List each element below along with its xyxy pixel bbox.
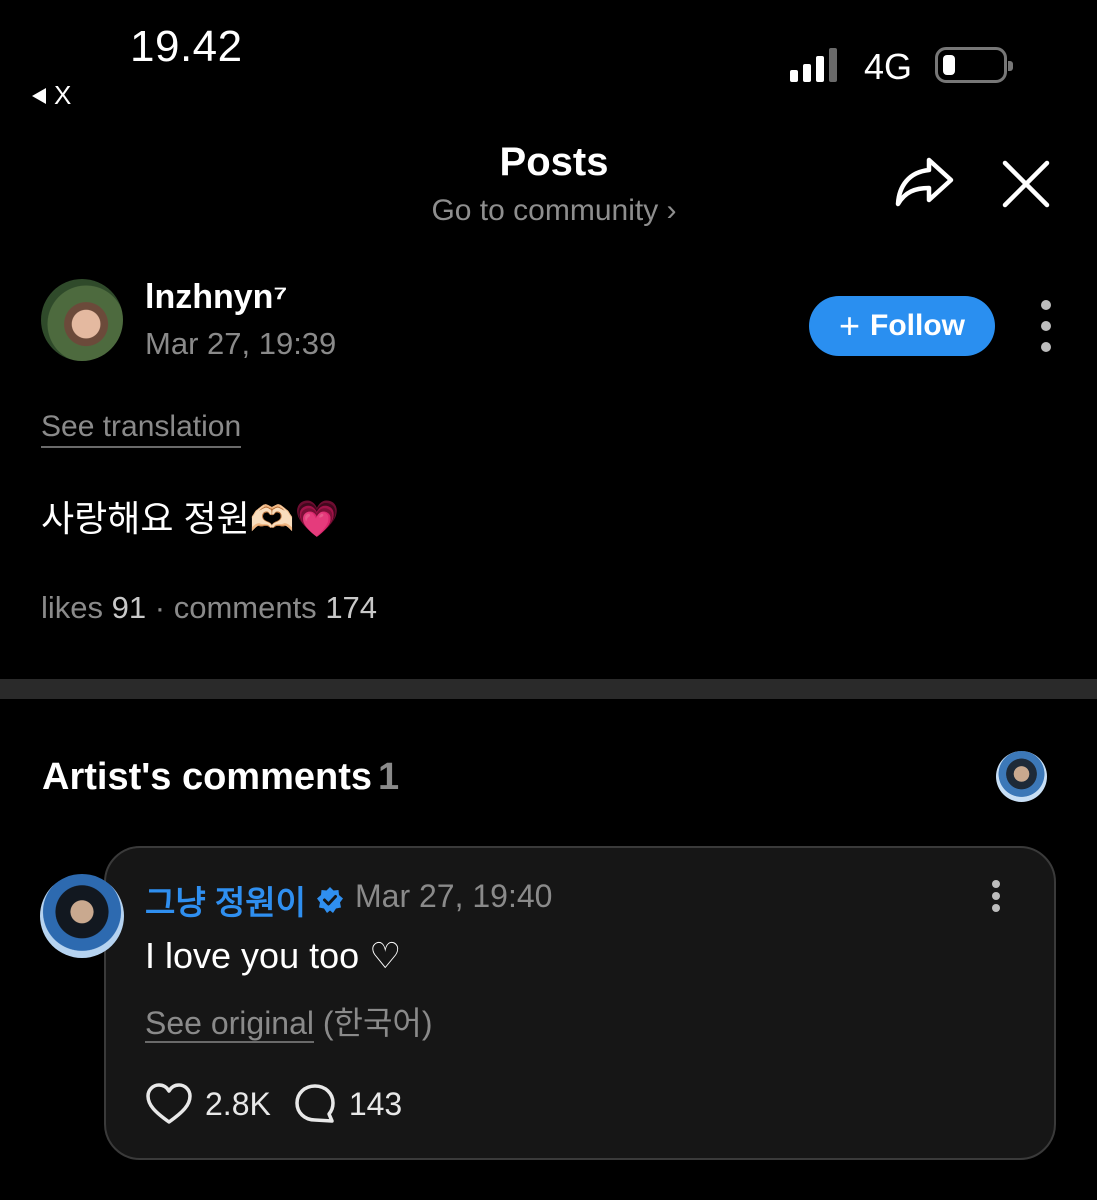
comments-label: comments <box>173 590 317 625</box>
close-icon[interactable] <box>1000 158 1052 210</box>
artist-avatar[interactable] <box>40 874 124 958</box>
post-date: Mar 27, 19:39 <box>145 326 337 361</box>
artist-comments-title: Artist's comments 1 <box>42 756 399 799</box>
comment-date: Mar 27, 19:40 <box>355 878 553 914</box>
original-language: (한국어) <box>322 1005 433 1041</box>
comments-count: 174 <box>325 590 378 625</box>
artist-name-label: 그냥 정원이 <box>145 884 306 921</box>
likes-count: 91 <box>111 590 147 625</box>
signal-icon <box>790 48 837 82</box>
see-original-link[interactable]: See original <box>145 1005 314 1043</box>
back-app-label: X <box>54 80 72 110</box>
back-to-app-button[interactable]: X <box>32 80 71 111</box>
artist-comments-label: Artist's comments <box>42 756 373 798</box>
comment-more-icon[interactable] <box>990 880 1002 912</box>
network-type: 4G <box>864 46 913 87</box>
likes-label: likes <box>41 590 104 625</box>
post-stats: likes 91 · comments 174 <box>41 590 377 626</box>
see-original-row: See original (한국어) <box>145 998 433 1044</box>
share-icon[interactable] <box>893 154 955 210</box>
stats-separator: · <box>154 590 166 625</box>
comment-actions: 2.8K 143 <box>145 1082 402 1126</box>
back-triangle-icon <box>32 87 46 104</box>
author-avatar[interactable] <box>41 279 123 361</box>
artist-avatar-small[interactable] <box>996 751 1047 802</box>
post-body: 사랑해요 정원🫶🏻💗 <box>41 498 340 539</box>
comment-likes-count: 2.8K <box>205 1085 271 1122</box>
comment-replies-count: 143 <box>348 1085 403 1122</box>
follow-button[interactable]: + Follow <box>809 296 995 356</box>
artist-comments-count: 1 <box>378 756 400 798</box>
follow-label: Follow <box>870 309 965 342</box>
artist-name[interactable]: 그냥 정원이 <box>145 876 344 924</box>
heart-icon[interactable] <box>145 1082 193 1126</box>
battery-icon <box>935 47 1013 83</box>
reply-bubble-icon[interactable] <box>293 1082 337 1126</box>
post-author-name[interactable]: lnzhnyn⁷ <box>145 278 287 317</box>
section-divider <box>0 679 1097 699</box>
plus-icon: + <box>838 305 861 346</box>
see-translation-link[interactable]: See translation <box>41 410 242 448</box>
status-time: 19.42 <box>130 22 243 71</box>
comment-text: I love you too ♡ <box>145 935 402 976</box>
more-options-icon[interactable] <box>1036 300 1056 352</box>
verified-badge-icon <box>316 887 343 913</box>
